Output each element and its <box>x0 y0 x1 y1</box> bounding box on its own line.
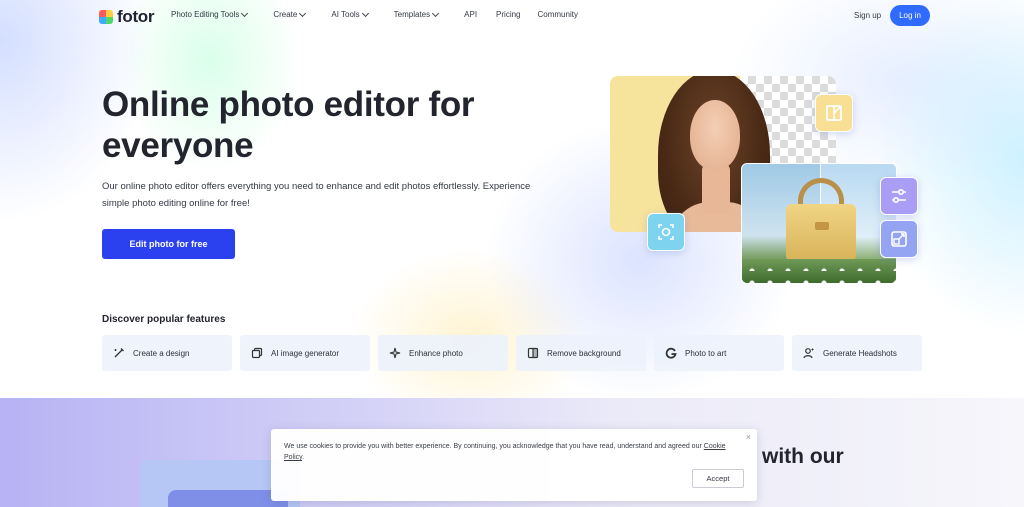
feature-remove-background[interactable]: Remove background <box>516 335 646 371</box>
chevron-down-icon <box>299 9 307 17</box>
features-list: Create a design AI image generator Enhan… <box>102 335 922 371</box>
nav-photo-editing-tools[interactable]: Photo Editing Tools <box>171 9 249 19</box>
fotor-logo-icon <box>99 10 113 24</box>
chevron-down-icon <box>241 9 249 17</box>
lower-card-inner <box>168 490 288 507</box>
nav-label: Templates <box>393 10 431 19</box>
nav-ai-tools[interactable]: AI Tools <box>331 9 369 19</box>
chevron-down-icon <box>432 9 440 17</box>
nav-community[interactable]: Community <box>538 10 578 19</box>
nav-pricing[interactable]: Pricing <box>496 10 520 19</box>
feature-label: Enhance photo <box>409 348 463 358</box>
art-icon <box>665 347 677 359</box>
portrait-face <box>690 100 740 170</box>
nav-create[interactable]: Create <box>273 9 307 19</box>
logo[interactable]: fotor <box>99 7 155 27</box>
nav-label: API <box>464 10 478 19</box>
bag-clasp <box>815 222 829 230</box>
feature-generate-headshots[interactable]: Generate Headshots <box>792 335 922 371</box>
feature-label: Photo to art <box>685 348 727 358</box>
resize-icon <box>880 220 918 258</box>
sign-up-link[interactable]: Sign up <box>854 11 881 20</box>
hero-title: Online photo editor for everyone <box>102 85 475 165</box>
cutout-icon <box>527 347 539 359</box>
features-title: Discover popular features <box>102 314 226 325</box>
user-icon <box>803 347 815 359</box>
nav-templates[interactable]: Templates <box>393 9 440 19</box>
edit-photo-button[interactable]: Edit photo for free <box>102 229 235 259</box>
lower-heading: with our <box>762 445 844 468</box>
log-in-button[interactable]: Log in <box>890 5 930 26</box>
magic-wand-icon <box>113 347 125 359</box>
accept-cookies-button[interactable]: Accept <box>692 469 744 488</box>
hero-description: Our online photo editor offers everythin… <box>102 181 531 209</box>
feature-label: Generate Headshots <box>823 348 897 358</box>
adjust-sliders-icon <box>880 177 918 215</box>
cookie-text: We use cookies to provide you with bette… <box>284 441 736 463</box>
nav-api[interactable]: API <box>464 10 477 19</box>
nav-label: Photo Editing Tools <box>171 10 240 19</box>
logo-text: fotor <box>117 7 155 26</box>
feature-label: AI image generator <box>271 348 340 358</box>
nav-label: Pricing <box>496 10 521 19</box>
top-header: fotor Photo Editing Tools Create AI Tool… <box>0 0 1024 32</box>
feature-label: Create a design <box>133 348 190 358</box>
portrait-neck <box>702 164 730 214</box>
close-icon[interactable]: × <box>746 432 751 442</box>
ai-enhance-icon <box>647 213 685 251</box>
chevron-down-icon <box>361 9 369 17</box>
feature-create-a-design[interactable]: Create a design <box>102 335 232 371</box>
feature-photo-to-art[interactable]: Photo to art <box>654 335 784 371</box>
nav-label: AI Tools <box>331 10 360 19</box>
crop-icon <box>815 94 853 132</box>
main-nav: Photo Editing Tools Create AI Tools Temp… <box>171 9 604 19</box>
sparkle-icon <box>389 347 401 359</box>
bag-body <box>786 204 856 260</box>
handbag-image <box>741 163 897 284</box>
feature-enhance-photo[interactable]: Enhance photo <box>378 335 508 371</box>
feature-label: Remove background <box>547 348 621 358</box>
nav-label: Create <box>273 10 298 19</box>
cookie-message: We use cookies to provide you with bette… <box>284 443 702 450</box>
cookie-suffix: . <box>302 454 305 461</box>
cookie-banner: × We use cookies to provide you with bet… <box>271 429 757 501</box>
flower-field <box>742 259 896 283</box>
feature-ai-image-generator[interactable]: AI image generator <box>240 335 370 371</box>
layers-icon <box>251 347 263 359</box>
nav-label: Community <box>537 10 578 19</box>
